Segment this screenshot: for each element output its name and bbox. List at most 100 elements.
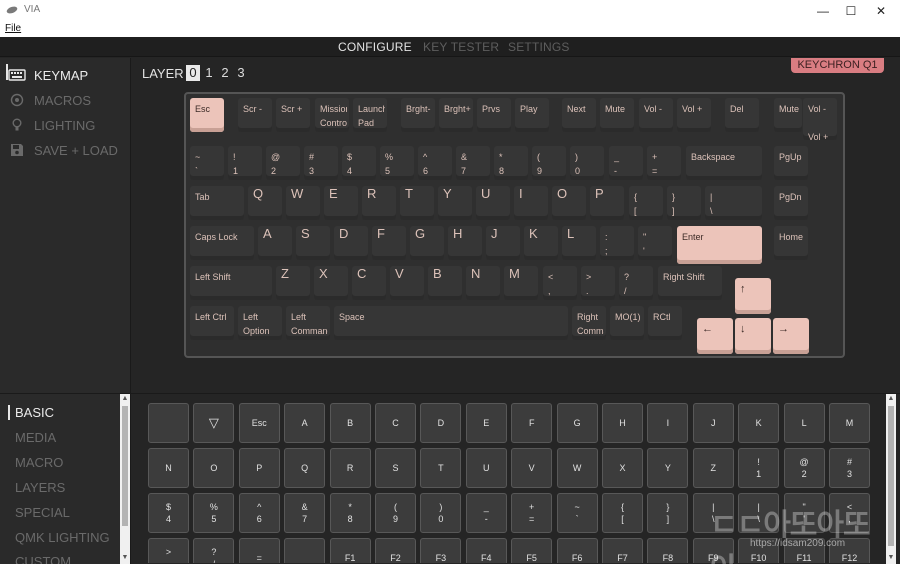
keycode-button[interactable]: G xyxy=(556,403,598,443)
key-bsl[interactable]: | \ xyxy=(705,186,762,220)
tab-key-tester[interactable]: KEY TESTER xyxy=(423,40,499,54)
key-rctl[interactable]: RCtl xyxy=(648,306,682,340)
key-f10[interactable]: Mute xyxy=(600,98,634,132)
key-right[interactable]: → xyxy=(773,318,809,354)
keycode-button[interactable]: F4 xyxy=(465,538,507,563)
key-rshift[interactable]: Right Shift xyxy=(658,266,722,300)
key-a[interactable]: A xyxy=(258,226,292,260)
keycode-button[interactable]: ( 9 xyxy=(375,493,416,533)
key-r[interactable]: R xyxy=(362,186,396,220)
key-rcmd[interactable]: Right Command xyxy=(572,306,606,340)
keycode-button[interactable]: Q xyxy=(284,448,326,488)
key-tab[interactable]: Tab xyxy=(190,186,244,220)
key-esc[interactable]: Esc xyxy=(190,98,224,132)
layer-0-button[interactable]: 0 xyxy=(186,65,200,81)
layer-2-button[interactable]: 2 xyxy=(218,65,232,81)
key-f5[interactable]: Brght- xyxy=(401,98,435,132)
layer-3-button[interactable]: 3 xyxy=(234,65,248,81)
key-knob[interactable]: Mute xyxy=(774,98,802,132)
keycode-button[interactable] xyxy=(148,403,189,443)
sidebar-item-macros[interactable]: MACROS xyxy=(8,91,91,109)
key-s[interactable]: S xyxy=(296,226,330,260)
keycode-button[interactable]: C xyxy=(375,403,416,443)
key-n0[interactable]: ) 0 xyxy=(570,146,604,180)
key-knobvol[interactable]: Vol - Vol + xyxy=(803,98,837,142)
keycode-button[interactable]: F3 xyxy=(420,538,462,563)
category-custom[interactable]: CUSTOM xyxy=(15,554,71,564)
keycode-button[interactable]: E xyxy=(465,403,507,443)
key-w[interactable]: W xyxy=(286,186,320,220)
keycode-button[interactable] xyxy=(284,538,326,563)
key-n9[interactable]: ( 9 xyxy=(532,146,566,180)
key-k[interactable]: K xyxy=(524,226,558,260)
key-h[interactable]: H xyxy=(448,226,482,260)
minimize-button[interactable]: — xyxy=(808,1,838,21)
category-scrollbar[interactable]: ▲ ▼ xyxy=(120,394,130,564)
key-e[interactable]: E xyxy=(324,186,358,220)
maximize-button[interactable]: ☐ xyxy=(836,1,866,21)
keycode-button[interactable]: F6 xyxy=(556,538,598,563)
layer-1-button[interactable]: 1 xyxy=(202,65,216,81)
key-left[interactable]: ← xyxy=(697,318,733,354)
close-button[interactable]: ✕ xyxy=(866,1,896,21)
key-n5[interactable]: % 5 xyxy=(380,146,414,180)
key-up[interactable]: ↑ xyxy=(735,278,771,314)
tab-settings[interactable]: SETTINGS xyxy=(508,40,570,54)
key-m[interactable]: M xyxy=(504,266,538,300)
scroll-up-icon[interactable]: ▲ xyxy=(886,394,896,404)
key-equal[interactable]: + = xyxy=(647,146,681,180)
key-grave[interactable]: ~ ` xyxy=(190,146,224,180)
keycode-button[interactable]: ~ ` xyxy=(556,493,598,533)
key-pgdn[interactable]: PgDn xyxy=(774,186,808,220)
keycode-button[interactable]: > . xyxy=(148,538,189,563)
key-g[interactable]: G xyxy=(410,226,444,260)
keycode-button[interactable]: + = xyxy=(511,493,553,533)
key-n3[interactable]: # 3 xyxy=(304,146,338,180)
keycode-button[interactable]: # 3 xyxy=(829,448,870,488)
key-n6[interactable]: ^ 6 xyxy=(418,146,452,180)
category-layers[interactable]: LAYERS xyxy=(15,480,65,495)
keycode-button[interactable]: T xyxy=(420,448,462,488)
key-f3[interactable]: Mission Control xyxy=(315,98,349,132)
key-f1[interactable]: Scr - xyxy=(238,98,272,132)
key-enter[interactable]: Enter xyxy=(677,226,762,264)
key-j[interactable]: J xyxy=(486,226,520,260)
keycode-button[interactable]: Z xyxy=(692,448,734,488)
keycode-button[interactable]: B xyxy=(329,403,371,443)
scroll-up-icon[interactable]: ▲ xyxy=(120,394,130,404)
key-d[interactable]: D xyxy=(334,226,368,260)
keycode-button[interactable]: U xyxy=(465,448,507,488)
scroll-thumb[interactable] xyxy=(122,406,128,526)
tab-configure[interactable]: CONFIGURE xyxy=(338,40,412,54)
keycode-button[interactable]: X xyxy=(602,448,643,488)
key-pgup[interactable]: PgUp xyxy=(774,146,808,180)
key-l[interactable]: L xyxy=(562,226,596,260)
key-i[interactable]: I xyxy=(514,186,548,220)
keycode-button[interactable]: = xyxy=(238,538,280,563)
key-f2[interactable]: Scr + xyxy=(276,98,310,132)
key-x[interactable]: X xyxy=(314,266,348,300)
keycode-button[interactable]: ! 1 xyxy=(738,448,780,488)
category-basic[interactable]: BASIC xyxy=(15,405,54,420)
key-c[interactable]: C xyxy=(352,266,386,300)
keycode-button[interactable]: ^ 6 xyxy=(238,493,280,533)
key-f11[interactable]: Vol - xyxy=(639,98,673,132)
key-f7[interactable]: Prvs xyxy=(477,98,511,132)
key-b[interactable]: B xyxy=(428,266,462,300)
keycode-button[interactable]: ▽ xyxy=(193,403,235,443)
scroll-down-icon[interactable]: ▼ xyxy=(120,553,130,563)
key-semi[interactable]: : ; xyxy=(600,226,634,260)
key-lcmd[interactable]: Left Command xyxy=(286,306,330,340)
key-caps[interactable]: Caps Lock xyxy=(190,226,254,260)
keycode-button[interactable]: } ] xyxy=(647,493,689,533)
key-y[interactable]: Y xyxy=(438,186,472,220)
key-bksp[interactable]: Backspace xyxy=(686,146,762,180)
key-nn[interactable]: N xyxy=(466,266,500,300)
file-menu[interactable]: File xyxy=(5,23,21,34)
key-quote[interactable]: " ' xyxy=(638,226,672,260)
key-n8[interactable]: * 8 xyxy=(494,146,528,180)
keycode-button[interactable]: ? / xyxy=(193,538,235,563)
keycode-button[interactable]: M xyxy=(829,403,870,443)
key-lctrl[interactable]: Left Ctrl xyxy=(190,306,234,340)
keycode-button[interactable]: O xyxy=(193,448,235,488)
